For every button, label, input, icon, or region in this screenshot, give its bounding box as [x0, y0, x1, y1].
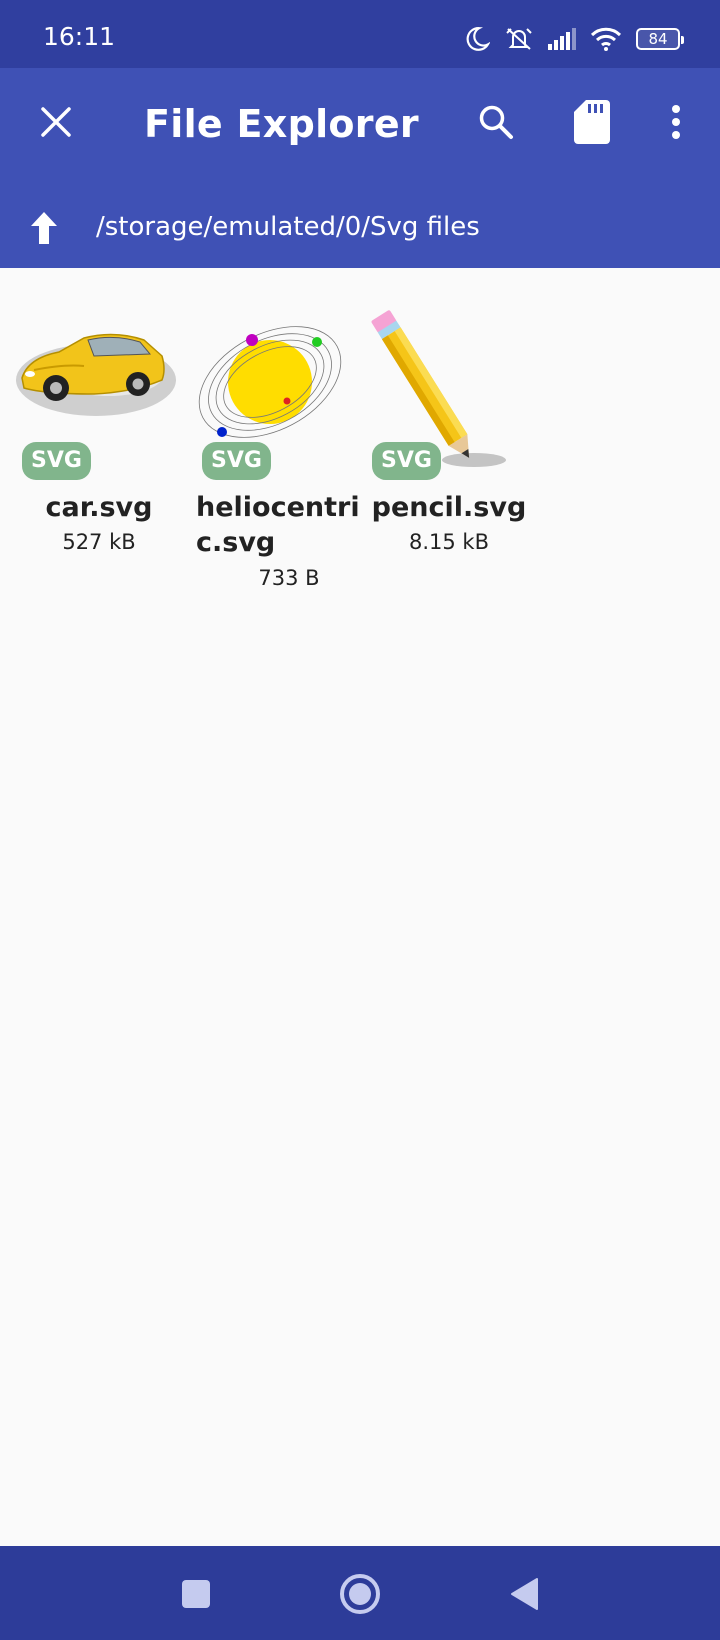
- sd-card-icon: [574, 100, 610, 144]
- file-item-heliocentric[interactable]: SVG heliocentri c.svg 733 B: [194, 300, 364, 600]
- file-type-badge: SVG: [202, 442, 271, 480]
- file-item-pencil[interactable]: SVG pencil.svg 8.15 kB: [364, 300, 534, 560]
- search-button[interactable]: [466, 92, 526, 152]
- status-bar: 16:11 84: [0, 0, 720, 68]
- wifi-icon: [590, 27, 622, 51]
- file-size: 733 B: [258, 566, 320, 590]
- mute-alarm-icon: [504, 25, 534, 53]
- file-name: pencil.svg: [371, 492, 527, 523]
- app-bar: File Explorer /storage/emulated/0/Svg fi…: [0, 68, 720, 268]
- sd-card-button[interactable]: [562, 92, 622, 152]
- more-options-button[interactable]: [646, 92, 706, 152]
- signal-icon: [548, 28, 576, 50]
- file-type-badge: SVG: [372, 442, 441, 480]
- search-icon: [479, 105, 513, 139]
- file-name: car.svg: [45, 492, 153, 523]
- file-item-car[interactable]: SVG car.svg 527 kB: [14, 300, 184, 560]
- navigate-up-button[interactable]: [14, 198, 74, 258]
- more-vert-icon: [672, 105, 680, 139]
- recent-apps-button[interactable]: [170, 1568, 222, 1620]
- home-button[interactable]: [334, 1568, 386, 1620]
- home-icon: [340, 1574, 380, 1614]
- file-name-line: heliocentri: [196, 492, 360, 523]
- status-icons: 84: [464, 22, 684, 56]
- app-title: File Explorer: [144, 102, 419, 146]
- battery-icon: 84: [636, 28, 684, 50]
- back-button[interactable]: [498, 1568, 550, 1620]
- file-name-line: c.svg: [196, 527, 276, 558]
- file-size: 8.15 kB: [408, 530, 489, 554]
- navigation-bar: [0, 1546, 720, 1640]
- arrow-up-icon: [31, 212, 57, 244]
- back-icon: [511, 1578, 538, 1610]
- close-button[interactable]: [26, 92, 86, 152]
- recent-apps-icon: [182, 1580, 210, 1608]
- close-icon: [41, 107, 71, 137]
- current-path: /storage/emulated/0/Svg files: [96, 212, 480, 242]
- file-type-badge: SVG: [22, 442, 91, 480]
- file-size: 527 kB: [62, 530, 136, 554]
- status-time: 16:11: [43, 22, 116, 51]
- file-name: heliocentri c.svg: [196, 490, 366, 560]
- moon-icon: [464, 26, 490, 52]
